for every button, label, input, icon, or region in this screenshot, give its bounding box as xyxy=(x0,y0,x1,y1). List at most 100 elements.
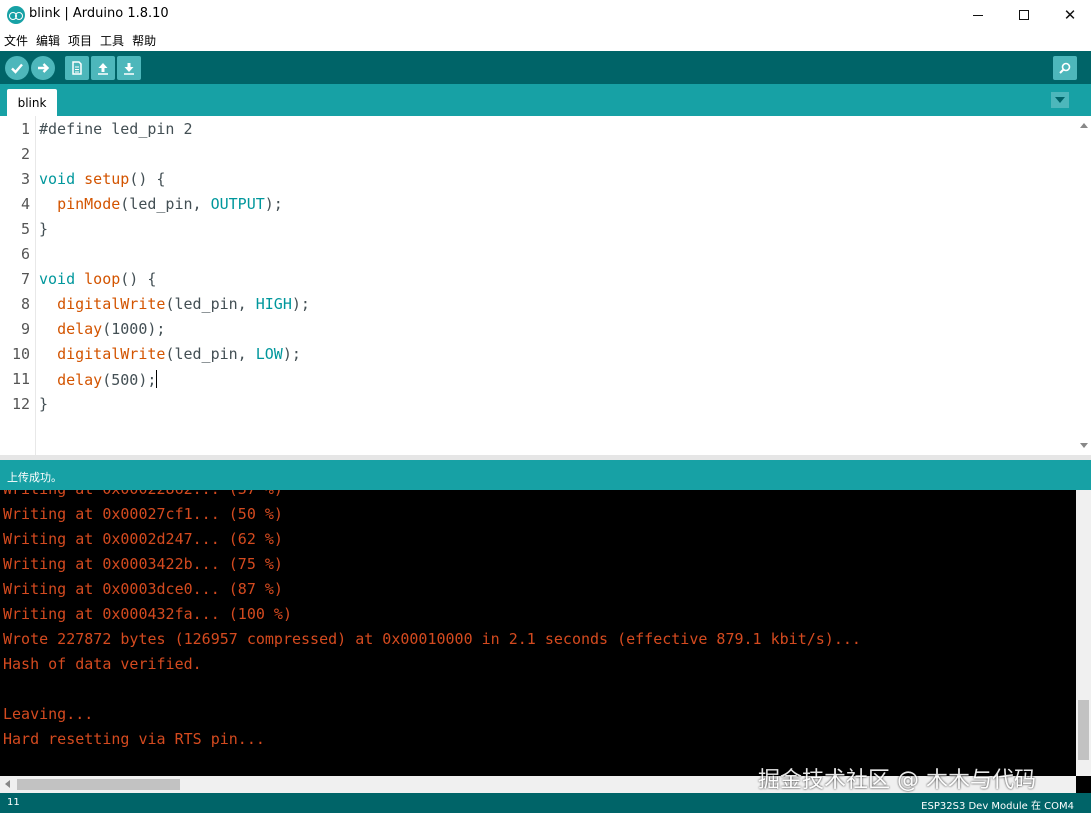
line-number: 2 xyxy=(20,145,30,163)
upload-icon xyxy=(38,63,50,73)
open-icon xyxy=(98,63,108,75)
close-icon: ✕ xyxy=(1063,6,1077,24)
line-number: 4 xyxy=(20,195,30,213)
serial-monitor-button[interactable] xyxy=(1053,56,1077,80)
line-number: 5 xyxy=(20,220,30,238)
footer-status-bar: 11 ESP32S3 Dev Module 在 COM4 xyxy=(0,793,1091,813)
menu-tools[interactable]: 工具 xyxy=(100,32,124,49)
maximize-button[interactable] xyxy=(1001,0,1047,30)
console-horizontal-thumb[interactable] xyxy=(17,779,180,790)
scroll-down-icon[interactable] xyxy=(1080,443,1088,448)
code-token: delay xyxy=(57,320,103,338)
code-token: #define led_pin 2 xyxy=(39,120,193,138)
line-number: 12 xyxy=(11,395,30,413)
code-line[interactable]: delay(500); xyxy=(39,370,158,389)
code-line[interactable]: #define led_pin 2 xyxy=(39,120,193,138)
code-line[interactable]: } xyxy=(39,395,48,413)
code-token: void xyxy=(39,170,76,188)
menu-file[interactable]: 文件 xyxy=(4,32,28,49)
line-number: 11 xyxy=(11,370,30,388)
code-token: delay xyxy=(57,371,103,389)
code-line[interactable]: delay(1000); xyxy=(39,320,165,338)
new-button[interactable] xyxy=(65,56,89,80)
board-port-info: ESP32S3 Dev Module 在 COM4 xyxy=(921,801,1074,812)
console-line: Wrote 227872 bytes (126957 compressed) a… xyxy=(3,630,861,648)
serial-monitor-icon xyxy=(1059,62,1071,74)
code-token: (led_pin, xyxy=(165,345,256,363)
code-token: ); xyxy=(282,345,301,363)
code-line[interactable]: } xyxy=(39,220,48,238)
verify-button[interactable] xyxy=(5,56,29,80)
close-button[interactable]: ✕ xyxy=(1047,0,1091,30)
save-icon xyxy=(124,63,134,75)
code-line[interactable]: void loop() { xyxy=(39,270,156,288)
code-line[interactable]: pinMode(led_pin, OUTPUT); xyxy=(39,195,283,213)
verify-icon xyxy=(11,63,23,74)
code-token: digitalWrite xyxy=(57,295,166,313)
code-token: HIGH xyxy=(255,295,292,313)
console-line: Writing at 0x0003dce0... (87 %) xyxy=(3,580,283,598)
code-token: digitalWrite xyxy=(57,345,166,363)
line-number: 10 xyxy=(11,345,30,363)
title-bar: blink | Arduino 1.8.10 ✕ xyxy=(0,0,1091,30)
code-editor[interactable]: 1 2 3 4 5 6 7 8 9 10 11 12 #define led_pin 2 void se… xyxy=(0,116,1091,455)
scroll-up-icon[interactable] xyxy=(1080,123,1088,128)
toolbar xyxy=(0,51,1091,84)
menu-sketch[interactable]: 项目 xyxy=(68,32,92,49)
code-line[interactable]: void setup() { xyxy=(39,170,165,188)
code-line[interactable]: digitalWrite(led_pin, LOW); xyxy=(39,345,301,363)
console-output: Writing at 0x00022862... (37 %) Writing a… xyxy=(0,490,1091,793)
console-line: Writing at 0x000432fa... (100 %) xyxy=(3,605,292,623)
current-line-number: 11 xyxy=(7,797,20,808)
console-line: Hard resetting via RTS pin... xyxy=(3,730,265,748)
code-token: loop xyxy=(84,270,121,288)
maximize-icon xyxy=(1019,10,1029,20)
console-line: Hash of data verified. xyxy=(3,655,202,673)
tab-blink[interactable]: blink xyxy=(7,89,57,116)
code-token: (500); xyxy=(102,371,157,389)
console-vertical-scrollbar[interactable] xyxy=(1076,490,1091,776)
scroll-left-icon[interactable] xyxy=(5,780,10,788)
menu-bar: 文件 编辑 项目 工具 帮助 xyxy=(0,30,1091,50)
line-number: 3 xyxy=(20,170,30,188)
arduino-logo-icon xyxy=(7,6,25,24)
menu-edit[interactable]: 编辑 xyxy=(36,32,60,49)
menu-help[interactable]: 帮助 xyxy=(132,32,156,49)
console-vertical-thumb[interactable] xyxy=(1078,700,1089,760)
code-token: LOW xyxy=(255,345,283,363)
save-button[interactable] xyxy=(117,56,141,80)
console-line: Leaving... xyxy=(3,705,94,723)
code-token: ); xyxy=(264,195,283,213)
code-line[interactable]: digitalWrite(led_pin, HIGH); xyxy=(39,295,310,313)
line-number: 8 xyxy=(20,295,30,313)
tab-bar: blink xyxy=(0,84,1091,116)
code-token: (led_pin, xyxy=(120,195,211,213)
console-line: Writing at 0x00027cf1... (50 %) xyxy=(3,505,283,523)
new-icon xyxy=(72,61,82,75)
tab-menu-button[interactable] xyxy=(1051,92,1069,108)
code-token: ); xyxy=(291,295,310,313)
console-line: Writing at 0x0002d247... (62 %) xyxy=(3,530,283,548)
code-token: OUTPUT xyxy=(210,195,265,213)
console-line: Writing at 0x00022862... (37 %) xyxy=(3,490,283,498)
watermark: 掘金技术社区 @ 木木与代码 xyxy=(758,768,1036,793)
code-token: } xyxy=(39,395,49,413)
minimize-button[interactable] xyxy=(955,0,1001,30)
status-message: 上传成功。 xyxy=(7,471,62,484)
editor-scrollbar[interactable] xyxy=(1076,116,1091,455)
code-token: (led_pin, xyxy=(165,295,256,313)
status-bar: 上传成功。 xyxy=(0,460,1091,490)
line-number: 6 xyxy=(20,245,30,263)
open-button[interactable] xyxy=(91,56,115,80)
code-token: setup xyxy=(84,170,130,188)
line-number: 1 xyxy=(20,120,30,138)
upload-button[interactable] xyxy=(31,56,55,80)
code-token: () { xyxy=(129,170,166,188)
console-line: Writing at 0x0003422b... (75 %) xyxy=(3,555,283,573)
window-title: blink | Arduino 1.8.10 xyxy=(29,6,169,21)
text-caret xyxy=(156,370,158,388)
